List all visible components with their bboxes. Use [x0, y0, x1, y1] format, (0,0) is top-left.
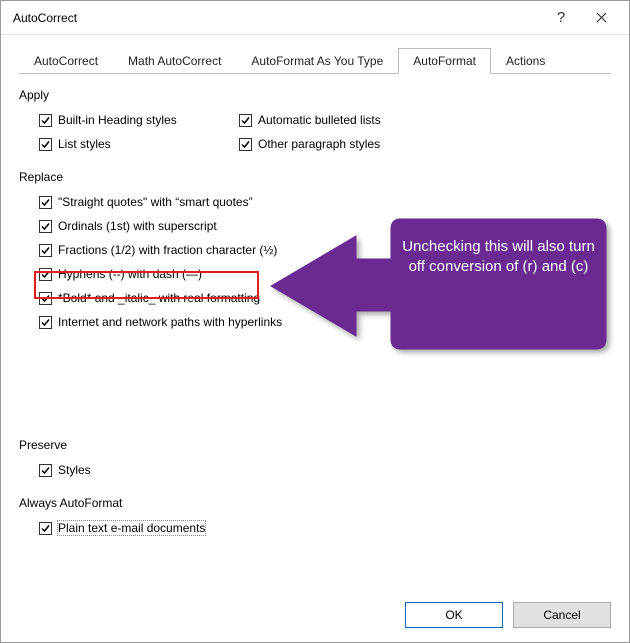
- checkbox-bold-italic[interactable]: *Bold* and _italic_ with real formatting: [39, 286, 611, 310]
- checkbox-label: Internet and network paths with hyperlin…: [58, 315, 282, 329]
- tab-bar: AutoCorrect Math AutoCorrect AutoFormat …: [19, 47, 611, 74]
- checkbox-label: Plain text e-mail documents: [58, 521, 205, 535]
- check-icon: [39, 114, 52, 127]
- check-icon: [39, 138, 52, 151]
- tab-math-autocorrect[interactable]: Math AutoCorrect: [113, 48, 236, 74]
- apply-options: Built-in Heading styles List styles Auto…: [19, 108, 611, 156]
- checkbox-styles[interactable]: Styles: [39, 458, 611, 482]
- checkbox-label: Other paragraph styles: [258, 137, 380, 151]
- check-icon: [39, 316, 52, 329]
- checkbox-heading-styles[interactable]: Built-in Heading styles: [39, 108, 239, 132]
- checkbox-hyphens[interactable]: Hyphens (--) with dash (—): [39, 262, 611, 286]
- check-icon: [39, 464, 52, 477]
- preserve-options: Styles: [19, 458, 611, 482]
- tab-autocorrect[interactable]: AutoCorrect: [19, 48, 113, 74]
- cancel-button[interactable]: Cancel: [513, 602, 611, 628]
- checkbox-other-paragraph[interactable]: Other paragraph styles: [239, 132, 439, 156]
- ok-button[interactable]: OK: [405, 602, 503, 628]
- check-icon: [39, 244, 52, 257]
- checkbox-label: Hyphens (--) with dash (—): [58, 267, 202, 281]
- section-always-label: Always AutoFormat: [19, 496, 611, 510]
- checkbox-internet-paths[interactable]: Internet and network paths with hyperlin…: [39, 310, 611, 334]
- check-icon: [239, 138, 252, 151]
- check-icon: [39, 268, 52, 281]
- tab-autoformat-as-you-type[interactable]: AutoFormat As You Type: [236, 48, 398, 74]
- help-button[interactable]: ?: [541, 3, 581, 33]
- checkbox-list-styles[interactable]: List styles: [39, 132, 239, 156]
- checkbox-label: Fractions (1/2) with fraction character …: [58, 243, 277, 257]
- checkbox-plain-text-email[interactable]: Plain text e-mail documents: [39, 516, 611, 540]
- autocorrect-dialog: AutoCorrect ? AutoCorrect Math AutoCorre…: [0, 0, 630, 643]
- checkbox-label: List styles: [58, 137, 111, 151]
- checkbox-label: "Straight quotes" with “smart quotes”: [58, 195, 253, 209]
- section-replace-label: Replace: [19, 170, 611, 184]
- check-icon: [239, 114, 252, 127]
- check-icon: [39, 522, 52, 535]
- section-preserve-label: Preserve: [19, 438, 611, 452]
- checkbox-fractions[interactable]: Fractions (1/2) with fraction character …: [39, 238, 611, 262]
- checkbox-label: *Bold* and _italic_ with real formatting: [58, 291, 260, 305]
- checkbox-label: Built-in Heading styles: [58, 113, 177, 127]
- checkbox-bulleted-lists[interactable]: Automatic bulleted lists: [239, 108, 439, 132]
- section-apply-label: Apply: [19, 88, 611, 102]
- close-icon: [596, 12, 607, 23]
- checkbox-straight-quotes[interactable]: "Straight quotes" with “smart quotes”: [39, 190, 611, 214]
- tab-autoformat[interactable]: AutoFormat: [398, 48, 491, 74]
- check-icon: [39, 196, 52, 209]
- dialog-buttons: OK Cancel: [405, 602, 611, 628]
- checkbox-label: Automatic bulleted lists: [258, 113, 381, 127]
- replace-options: "Straight quotes" with “smart quotes” Or…: [19, 190, 611, 334]
- checkbox-label: Styles: [58, 463, 91, 477]
- close-button[interactable]: [581, 3, 621, 33]
- titlebar: AutoCorrect ?: [1, 1, 629, 35]
- checkbox-label: Ordinals (1st) with superscript: [58, 219, 217, 233]
- tab-actions[interactable]: Actions: [491, 48, 560, 74]
- check-icon: [39, 220, 52, 233]
- checkbox-ordinals[interactable]: Ordinals (1st) with superscript: [39, 214, 611, 238]
- check-icon: [39, 292, 52, 305]
- dialog-content: AutoCorrect Math AutoCorrect AutoFormat …: [1, 35, 629, 550]
- always-options: Plain text e-mail documents: [19, 516, 611, 540]
- window-title: AutoCorrect: [13, 11, 541, 25]
